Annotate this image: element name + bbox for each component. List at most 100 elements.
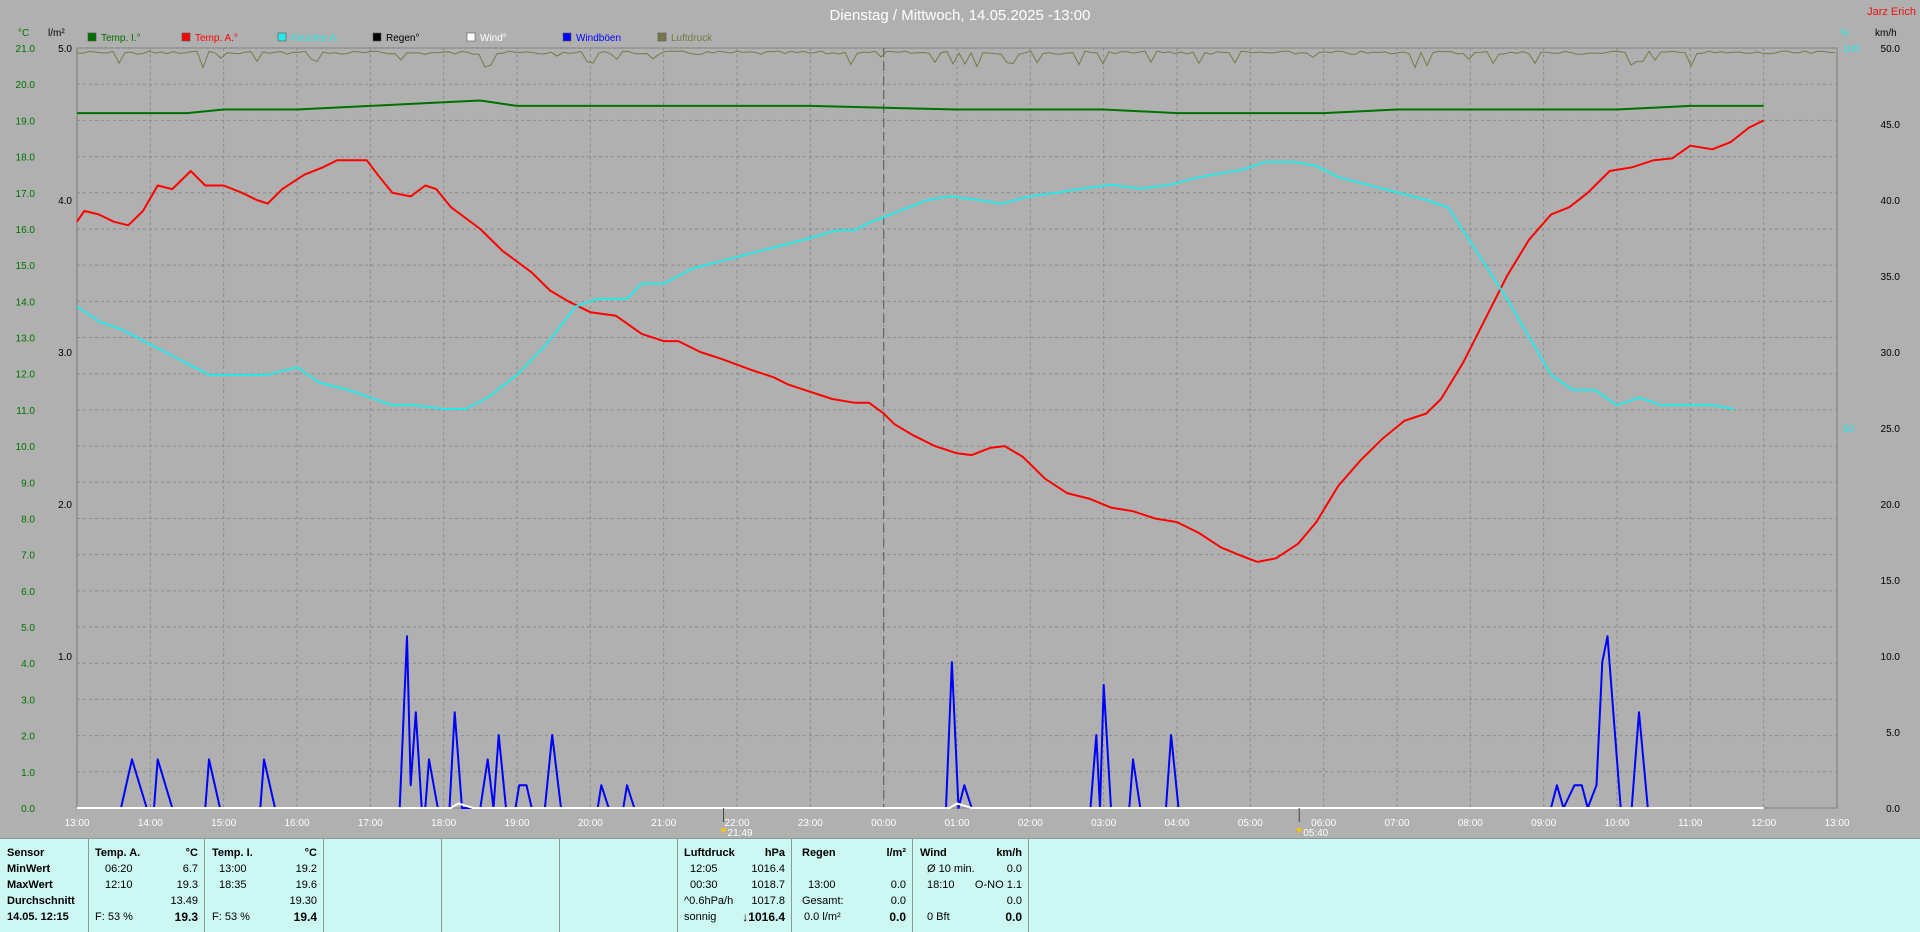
time-tick-label: 01:00 — [944, 818, 969, 829]
wind-tick-label: 40.0 — [1881, 196, 1901, 207]
temp-tick-label: 14.0 — [16, 297, 36, 308]
time-tick-label: 17:00 — [358, 818, 383, 829]
wind-tick-label: 10.0 — [1881, 652, 1901, 663]
time-tick-label: 02:00 — [1018, 818, 1043, 829]
pressure-max: 1018.7 — [751, 879, 785, 891]
temp-i-head: Temp. I. — [212, 847, 253, 859]
wind-tick-label: 45.0 — [1881, 120, 1901, 131]
sunrise-time: 05:40 — [1303, 828, 1328, 838]
time-tick-label: 10:00 — [1604, 818, 1629, 829]
left-unit-rain: l/m² — [48, 28, 65, 39]
temp-tick-label: 11.0 — [16, 406, 35, 417]
time-tick-label: 04:00 — [1164, 818, 1189, 829]
rain-head: Regen — [802, 847, 836, 859]
temp-a-max: 19.3 — [176, 879, 198, 891]
temp-tick-label: 0.0 — [21, 804, 35, 815]
wind-bft: 0 Bft — [927, 911, 950, 923]
temp-tick-label: 10.0 — [16, 442, 36, 453]
wind-tick-label: 20.0 — [1881, 500, 1901, 511]
pressure-trend: ^0.6hPa/h — [684, 895, 734, 907]
right-unit-wind: km/h — [1875, 28, 1897, 39]
temp-tick-label: 21.0 — [16, 44, 36, 55]
wind-max-time: 18:10 — [927, 879, 955, 891]
temp-tick-label: 18.0 — [16, 153, 36, 164]
rain-max: 0.0 — [890, 879, 906, 891]
pressure-unit: hPa — [764, 847, 785, 859]
rain-tick-label: 1.0 — [58, 652, 72, 663]
temp-i-unit: °C — [304, 847, 317, 859]
temp-tick-label: 20.0 — [16, 80, 36, 91]
pressure-forecast: sonnig — [684, 911, 717, 923]
time-tick-label: 21:00 — [651, 818, 676, 829]
temp-a-avg: 13.49 — [170, 895, 198, 907]
left-unit-temp: °C — [18, 28, 29, 39]
row-max-label: MaxWert — [7, 879, 53, 891]
rain-tick-label: 4.0 — [58, 196, 72, 207]
wind-mean: 0.0 — [1006, 895, 1022, 907]
temp-tick-label: 12.0 — [16, 370, 36, 381]
temp-a-min-time: 06:20 — [105, 863, 133, 875]
time-tick-label: 20:00 — [578, 818, 603, 829]
legend-swatch — [562, 32, 572, 42]
temp-a-min: 6.7 — [182, 863, 198, 875]
legend-label: Wind° — [480, 33, 507, 44]
row-min-label: MinWert — [7, 863, 51, 875]
wind-tick-label: 50.0 — [1881, 44, 1901, 55]
pressure-max-time: 00:30 — [690, 879, 718, 891]
temp-a-humidity: F: 53 % — [95, 911, 133, 923]
time-tick-label: 12:00 — [1751, 818, 1776, 829]
time-tick-label: 05:00 — [1238, 818, 1263, 829]
legend-swatch — [372, 32, 382, 42]
rain-current: 0.0 — [889, 910, 906, 924]
author-label: Jarz Erich — [1867, 6, 1916, 18]
wind-tick-label: 0.0 — [1886, 804, 1900, 815]
wind-avg-label: Ø 10 min. — [927, 863, 975, 875]
rain-total-label: Gesamt: — [802, 895, 844, 907]
wind-unit: km/h — [996, 847, 1022, 859]
wind-tick-label: 5.0 — [1886, 728, 1900, 739]
time-tick-label: 16:00 — [284, 818, 309, 829]
wind-avg: 0.0 — [1006, 863, 1022, 875]
time-tick-label: 09:00 — [1531, 818, 1556, 829]
temp-tick-label: 16.0 — [16, 225, 36, 236]
temp-tick-label: 3.0 — [21, 695, 35, 706]
weather-chart: Dienstag / Mittwoch, 14.05.2025 -13:00 J… — [0, 0, 1920, 838]
statistics-panel: Sensor MinWert MaxWert Durchschnitt 14.0… — [0, 838, 1920, 932]
pressure-current: ↓1016.4 — [742, 910, 785, 924]
wind-tick-label: 25.0 — [1881, 424, 1901, 435]
legend-swatch — [277, 32, 287, 42]
pressure-head: Luftdruck — [684, 847, 735, 859]
legend-swatch — [87, 32, 97, 42]
temp-a-current: 19.3 — [174, 910, 198, 924]
rain-current-rate: 0.0 l/m² — [804, 911, 841, 923]
legend-label: Windböen — [576, 33, 621, 44]
stats-col-empty-2 — [442, 839, 560, 932]
temp-i-humidity: F: 53 % — [212, 911, 250, 923]
legend-swatch — [181, 32, 191, 42]
stats-col-rain: Regen l/m² 13:00 0.0 Gesamt: 0.0 0.0 l/m… — [792, 839, 913, 932]
rain-unit: l/m² — [886, 847, 906, 859]
pressure-min: 1016.4 — [751, 863, 785, 875]
temp-tick-label: 15.0 — [16, 261, 36, 272]
rain-tick-label: 5.0 — [58, 44, 72, 55]
legend-swatch — [466, 32, 476, 42]
sensor-head: Sensor — [7, 847, 45, 859]
legend-swatch — [657, 32, 667, 42]
temp-i-min: 19.2 — [295, 863, 317, 875]
wind-head: Wind — [920, 847, 947, 859]
row-current-label: 14.05. 12:15 — [7, 911, 69, 923]
temp-tick-label: 5.0 — [21, 623, 35, 634]
time-tick-label: 14:00 — [138, 818, 163, 829]
wind-tick-label: 15.0 — [1881, 576, 1901, 587]
time-tick-label: 13:00 — [64, 818, 89, 829]
rain-max-time: 13:00 — [808, 879, 836, 891]
right-unit-humidity: % — [1840, 28, 1849, 39]
pressure-avg: 1017.8 — [751, 895, 785, 907]
temp-a-unit: °C — [185, 847, 198, 859]
wind-max: O-NO 1.1 — [974, 879, 1022, 891]
pressure-min-time: 12:05 — [690, 863, 718, 875]
temp-tick-label: 1.0 — [21, 768, 35, 779]
temp-i-min-time: 13:00 — [219, 863, 247, 875]
time-tick-label: 08:00 — [1458, 818, 1483, 829]
rain-tick-label: 2.0 — [58, 500, 72, 511]
